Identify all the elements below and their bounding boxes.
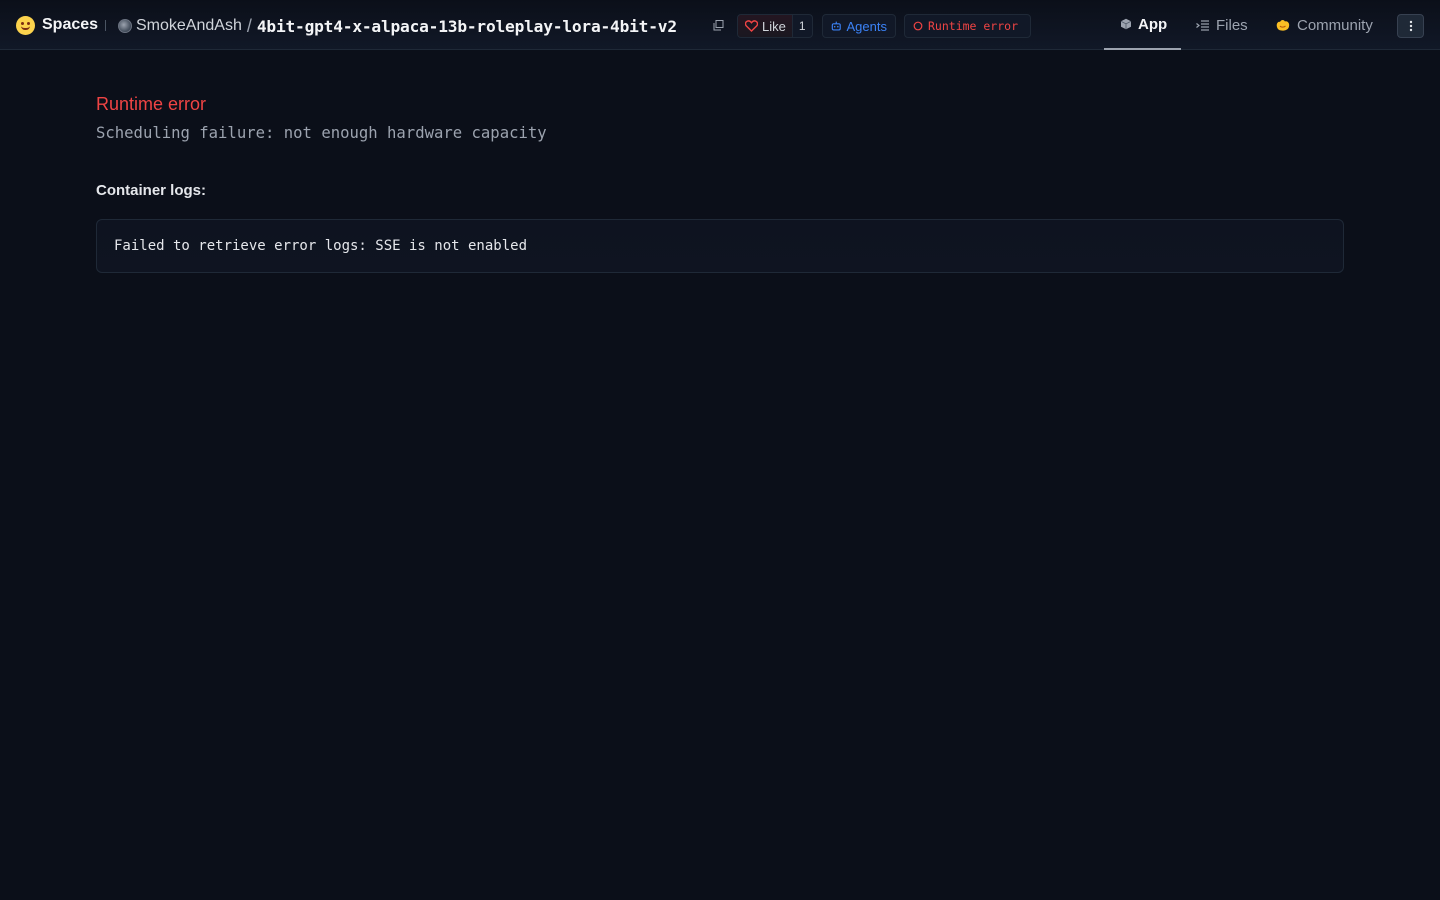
agents-button[interactable]: Agents <box>822 14 896 38</box>
like-button[interactable]: Like <box>738 15 792 37</box>
spaces-brand-link[interactable]: Spaces <box>16 14 98 36</box>
vertical-dots-icon <box>1409 20 1412 32</box>
container-logs-box: Failed to retrieve error logs: SSE is no… <box>96 219 1344 273</box>
more-options-button[interactable] <box>1397 14 1424 38</box>
robot-icon <box>831 21 841 31</box>
like-count[interactable]: 1 <box>791 15 812 37</box>
agents-label: Agents <box>846 18 887 34</box>
repo-name-link[interactable]: 4bit-gpt4-x-alpaca-13b-roleplay-lora-4bi… <box>257 17 677 36</box>
copy-icon[interactable] <box>713 20 724 31</box>
error-circle-icon <box>913 21 923 31</box>
like-button-group: Like 1 <box>737 14 813 38</box>
files-icon <box>1196 20 1209 31</box>
main-content: Runtime error Scheduling failure: not en… <box>96 92 1344 273</box>
container-logs-label: Container logs: <box>96 182 207 199</box>
heart-icon <box>745 20 758 32</box>
owner-avatar <box>118 19 132 33</box>
repo-breadcrumb: SmokeAndAsh / 4bit-gpt4-x-alpaca-13b-rol… <box>118 15 677 37</box>
spaces-label: Spaces <box>42 16 99 33</box>
tab-community[interactable]: Community <box>1275 0 1373 50</box>
error-title: Runtime error <box>96 94 207 114</box>
tab-files[interactable]: Files <box>1196 0 1248 50</box>
brand-divider <box>105 20 106 31</box>
status-badge: Runtime error <box>904 14 1031 38</box>
tab-files-label: Files <box>1216 16 1248 34</box>
like-label: Like <box>762 18 786 34</box>
status-label: Runtime error <box>928 19 1019 33</box>
tab-app-label: App <box>1138 15 1168 33</box>
tab-app[interactable]: App <box>1104 0 1181 50</box>
container-logs-text: Failed to retrieve error logs: SSE is no… <box>114 238 528 254</box>
tab-community-label: Community <box>1297 16 1373 34</box>
hugging-face-logo-icon <box>16 15 35 35</box>
breadcrumb-separator: / <box>246 15 252 36</box>
community-icon <box>1276 20 1290 31</box>
owner-link[interactable]: SmokeAndAsh <box>136 17 242 35</box>
error-description: Scheduling failure: not enough hardware … <box>96 124 547 142</box>
top-navigation-bar: Spaces SmokeAndAsh / 4bit-gpt4-x-alpaca-… <box>0 0 1440 50</box>
cube-icon <box>1120 18 1132 30</box>
